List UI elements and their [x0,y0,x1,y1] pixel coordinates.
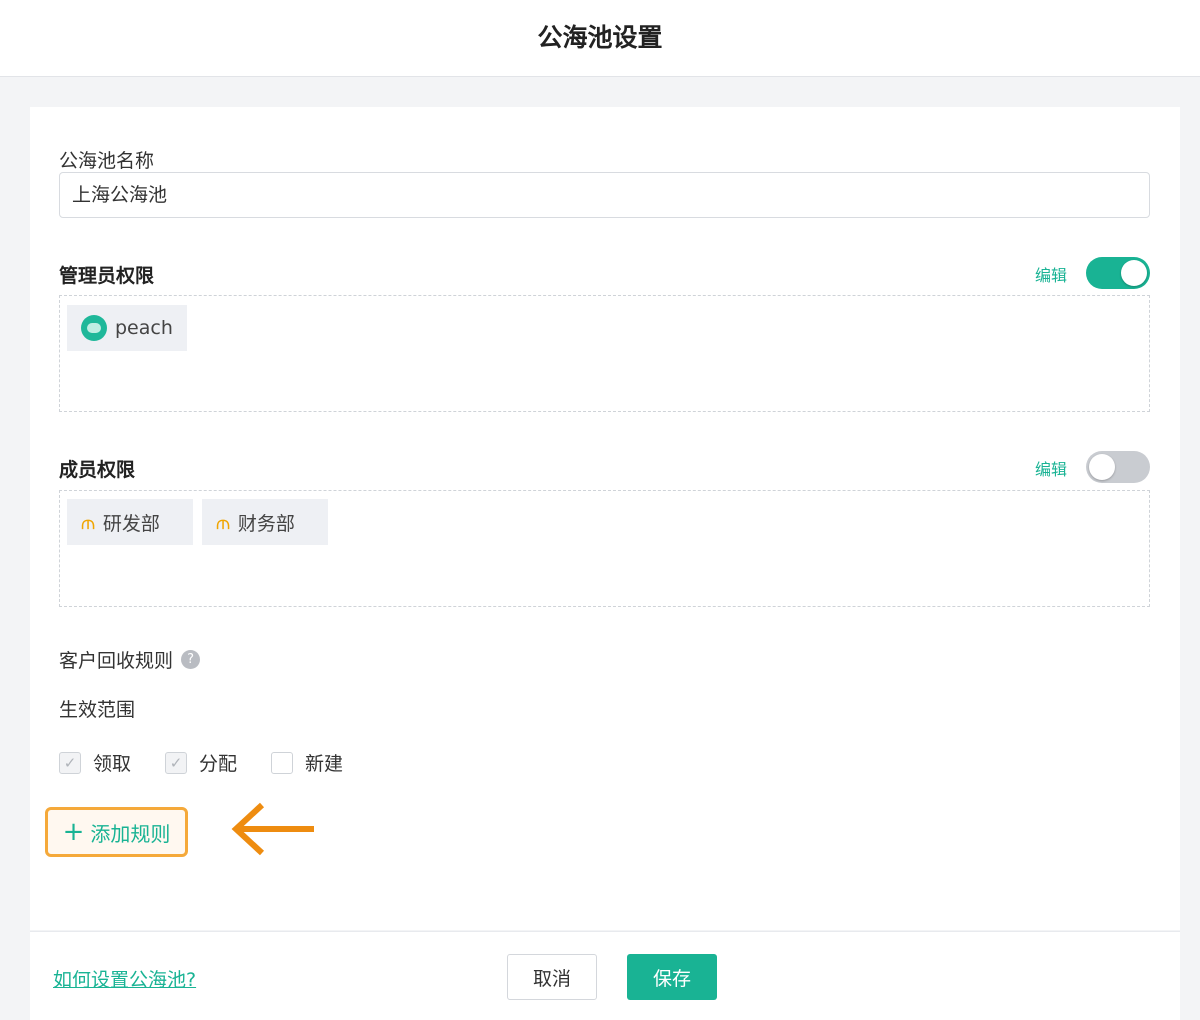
member-permission-label: 成员权限 [59,459,136,481]
member-departments-box[interactable]: ⫙ 研发部 ⫙ 财务部 [59,490,1150,607]
plus-icon: + [62,817,85,847]
checkbox-create[interactable] [271,751,294,774]
org-chart-icon: ⫙ [81,510,95,534]
checkbox-assign[interactable]: ✓ [165,751,188,774]
member-name: peach [115,317,173,339]
member-edit-link[interactable]: 编辑 [1035,456,1067,480]
help-link[interactable]: 如何设置公海池? [53,965,196,992]
checkbox-claim[interactable]: ✓ [59,751,81,774]
admin-edit-link[interactable]: 编辑 [1035,262,1067,286]
department-chip[interactable]: ⫙ 财务部 [202,499,328,545]
page-title: 公海池设置 [537,23,663,52]
cancel-button[interactable]: 取消 [507,954,597,1000]
question-icon[interactable]: ? [181,650,201,669]
department-name: 研发部 [102,512,160,535]
header: 公海池设置 [0,0,1200,77]
recycle-rules-heading: 客户回收规则 ? [59,646,201,673]
member-edit-toggle[interactable] [1086,451,1150,483]
footer: 如何设置公海池? 取消 保存 [30,931,1180,1020]
option-label: 分配 [199,753,238,775]
arrow-left-icon [230,799,320,859]
scope-label: 生效范围 [59,699,136,721]
option-label: 领取 [93,753,132,775]
avatar-icon [81,315,107,341]
add-rule-label: 添加规则 [90,821,171,846]
recycle-rules-label: 客户回收规则 [59,650,174,672]
admin-edit-toggle[interactable] [1086,257,1150,289]
department-name: 财务部 [237,512,295,535]
admin-permission-label: 管理员权限 [59,265,155,287]
save-button[interactable]: 保存 [627,954,717,1000]
add-rule-button[interactable]: + 添加规则 [45,807,188,857]
pool-name-input[interactable]: 上海公海池 [59,172,1150,218]
admin-members-box[interactable]: peach [59,295,1150,412]
scope-options: ✓ 领取 ✓ 分配 新建 [59,749,343,776]
member-chip[interactable]: peach [67,305,187,351]
org-chart-icon: ⫙ [216,510,230,534]
department-chip[interactable]: ⫙ 研发部 [67,499,193,545]
pool-name-label: 公海池名称 [59,150,155,172]
option-label: 新建 [305,753,344,775]
